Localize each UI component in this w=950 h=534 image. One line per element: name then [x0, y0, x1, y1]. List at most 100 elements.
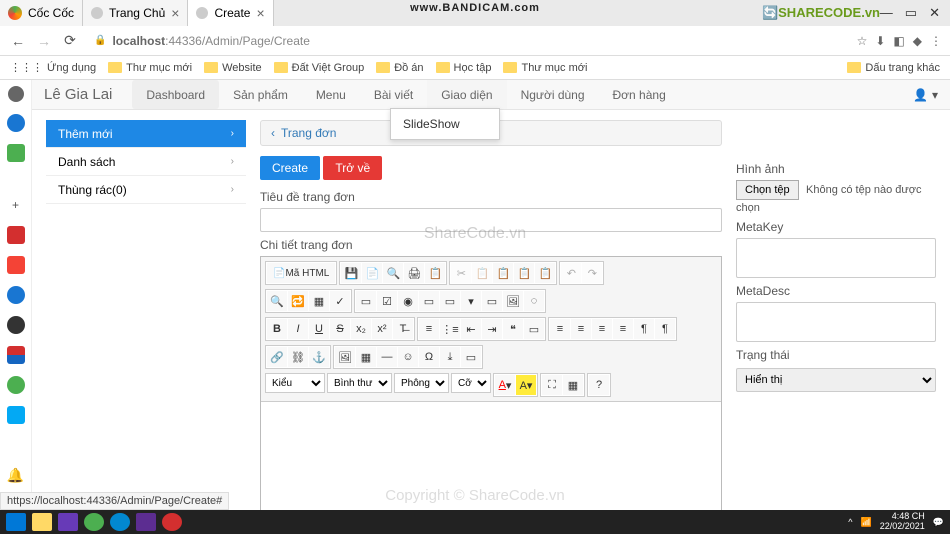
apps-button[interactable]: ⋮⋮⋮Ứng dụng	[10, 61, 96, 74]
preview-icon[interactable]: 🔍	[383, 263, 403, 283]
sidebar-item-themmoi[interactable]: Thêm mới›	[46, 120, 246, 148]
bookmark-folder[interactable]: Học tập	[436, 62, 492, 74]
nav-donhang[interactable]: Đơn hàng	[599, 80, 680, 109]
editor-content[interactable]	[261, 402, 721, 522]
table-icon[interactable]: ▦	[356, 347, 376, 367]
print-icon[interactable]: 🖨	[404, 263, 424, 283]
nav-sanpham[interactable]: Sản phẩm	[219, 80, 302, 109]
textarea-icon[interactable]: ▭	[440, 291, 460, 311]
button-icon[interactable]: ▭	[482, 291, 502, 311]
redo-icon[interactable]: ↷	[582, 263, 602, 283]
bookmark-folder[interactable]: Website	[204, 62, 262, 74]
showblocks-icon[interactable]: ▦	[563, 375, 583, 395]
choose-file-button[interactable]: Chọn tệp	[736, 180, 799, 200]
bidi-ltr-icon[interactable]: ¶	[634, 319, 654, 339]
checkbox-icon[interactable]: ☑	[377, 291, 397, 311]
pagebreak-icon[interactable]: ⤓	[440, 347, 460, 367]
save-icon[interactable]: 💾	[341, 263, 361, 283]
close-icon[interactable]: ×	[256, 5, 264, 21]
menu-icon[interactable]: ⋮	[930, 34, 942, 48]
app-icon[interactable]	[7, 316, 25, 334]
subscript-icon[interactable]: x₂	[351, 319, 371, 339]
bold-icon[interactable]: B	[267, 319, 287, 339]
cut-icon[interactable]: ✂	[451, 263, 471, 283]
form-icon[interactable]: ▭	[356, 291, 376, 311]
outdent-icon[interactable]: ⇤	[461, 319, 481, 339]
bidi-rtl-icon[interactable]: ¶	[655, 319, 675, 339]
div-icon[interactable]: ▭	[524, 319, 544, 339]
image-icon[interactable]: 🖼	[335, 347, 355, 367]
tab-trangchu[interactable]: Trang Chủ ×	[83, 0, 188, 26]
superscript-icon[interactable]: x²	[372, 319, 392, 339]
nav-dashboard[interactable]: Dashboard	[132, 80, 219, 109]
bookmark-folder[interactable]: Thư mục mới	[108, 62, 192, 74]
anchor-icon[interactable]: ⚓	[309, 347, 329, 367]
maximize-icon[interactable]: ▭	[905, 5, 917, 21]
nav-menu[interactable]: Menu	[302, 80, 360, 109]
notification-icon[interactable]: 💬	[933, 517, 944, 528]
media-icon[interactable]	[58, 513, 78, 531]
dropdown-slideshow[interactable]: SlideShow	[391, 109, 499, 139]
messenger-icon[interactable]	[7, 114, 25, 132]
youtube-icon[interactable]	[7, 256, 25, 274]
font-select[interactable]: Phông	[394, 373, 449, 393]
iframe-icon[interactable]: ▭	[461, 347, 481, 367]
hr-icon[interactable]: —	[377, 347, 397, 367]
settings-icon[interactable]	[8, 86, 24, 102]
sidebar-item-thungrac[interactable]: Thùng rác(0)›	[46, 176, 246, 204]
maximize-icon[interactable]: ⛶	[542, 375, 562, 395]
sidebar-item-danhsach[interactable]: Danh sách›	[46, 148, 246, 176]
unlink-icon[interactable]: ⛓	[288, 347, 308, 367]
about-icon[interactable]: ?	[589, 375, 609, 395]
user-menu[interactable]: 👤▾	[913, 88, 938, 102]
bookmark-folder[interactable]: Đồ án	[376, 62, 423, 74]
numberlist-icon[interactable]: ≡	[419, 319, 439, 339]
link-icon[interactable]: 🔗	[267, 347, 287, 367]
replace-icon[interactable]: 🔁	[288, 291, 308, 311]
paste-word-icon[interactable]: 📋	[535, 263, 555, 283]
facebook-icon[interactable]	[7, 286, 25, 304]
align-left-icon[interactable]: ≡	[550, 319, 570, 339]
nav-nguoidung[interactable]: Người dùng	[507, 80, 599, 109]
image-button-icon[interactable]: 🖼	[503, 291, 523, 311]
reload-icon[interactable]: ⟳	[60, 31, 80, 51]
find-icon[interactable]: 🔍	[267, 291, 287, 311]
coccoc-icon[interactable]	[84, 513, 104, 531]
app-icon[interactable]	[7, 226, 25, 244]
star-icon[interactable]: ☆	[857, 34, 868, 48]
metadesc-input[interactable]	[736, 302, 936, 342]
hidden-icon[interactable]: ◌	[524, 291, 544, 311]
removeformat-icon[interactable]: T̶	[393, 319, 413, 339]
back-icon[interactable]: ←	[8, 31, 28, 51]
explorer-icon[interactable]	[32, 513, 52, 531]
bell-icon[interactable]: 🔔	[7, 467, 24, 484]
forward-icon[interactable]: →	[34, 31, 54, 51]
spellcheck-icon[interactable]: ✓	[330, 291, 350, 311]
record-icon[interactable]	[162, 513, 182, 531]
italic-icon[interactable]: I	[288, 319, 308, 339]
create-button[interactable]: Create	[260, 156, 320, 180]
back-button[interactable]: Trở về	[323, 156, 382, 180]
game-icon[interactable]	[7, 144, 25, 162]
tab-coccoc[interactable]: Cốc Cốc	[0, 0, 83, 26]
paste-icon[interactable]: 📋	[493, 263, 513, 283]
download-icon[interactable]: ⬇	[875, 34, 885, 48]
other-bookmarks[interactable]: Dấu trang khác	[847, 62, 940, 74]
undo-icon[interactable]: ↶	[561, 263, 581, 283]
format-select[interactable]: Bình thư...	[327, 373, 392, 393]
underline-icon[interactable]: U	[309, 319, 329, 339]
newpage-icon[interactable]: 📄	[362, 263, 382, 283]
vtv-icon[interactable]	[7, 346, 25, 364]
align-center-icon[interactable]: ≡	[571, 319, 591, 339]
selectall-icon[interactable]: ▦	[309, 291, 329, 311]
nav-giaodien[interactable]: Giao diện	[427, 80, 506, 109]
strike-icon[interactable]: S	[330, 319, 350, 339]
start-icon[interactable]	[6, 513, 26, 531]
url-input[interactable]: 🔒 localhost:44336/Admin/Page/Create	[86, 30, 851, 52]
source-button[interactable]: 📄 Mã HTML	[267, 263, 335, 283]
style-select[interactable]: Kiểu	[265, 373, 325, 393]
indent-icon[interactable]: ⇥	[482, 319, 502, 339]
close-icon[interactable]: ×	[171, 5, 179, 21]
app-icon[interactable]	[7, 376, 25, 394]
nav-baiviet[interactable]: Bài viết	[360, 80, 427, 109]
